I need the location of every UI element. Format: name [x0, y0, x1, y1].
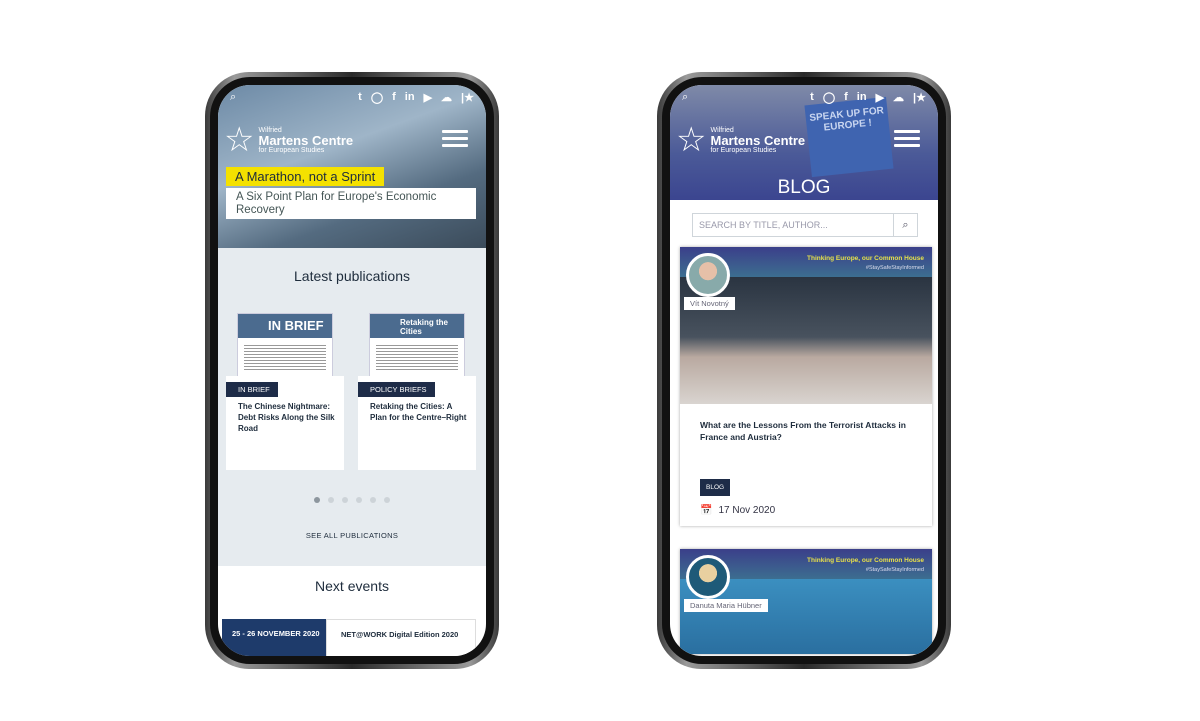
event-name[interactable]: NET@WORK Digital Edition 2020	[326, 619, 476, 656]
carousel-dots[interactable]	[218, 490, 486, 508]
category-badge[interactable]: BLOG	[700, 479, 731, 496]
blog-image: Thinking Europe, our Common House #StaySa…	[680, 247, 932, 404]
blog-card[interactable]: Thinking Europe, our Common House #StaySa…	[680, 247, 932, 526]
screen-blog: SPEAK UP FOR EUROPE ! ⌕ t ◯ f in ▶ ☁ |★ ☆ Wilfr…	[670, 85, 938, 656]
section-title: Latest publications	[294, 268, 410, 284]
category-badge: POLICY BRIEFS	[358, 382, 435, 397]
publication-title[interactable]: The Chinese Nightmare: Debt Risks Along …	[238, 402, 338, 434]
search-icon[interactable]: ⌕	[682, 91, 688, 104]
phone-mockup-left: ⌕ t ◯ f in ▶ ☁ |★ ☆ Wilfried Martens Centre for E…	[205, 72, 499, 669]
soundcloud-icon[interactable]: ☁	[441, 91, 452, 104]
logo[interactable]: ☆ Wilfried Martens Centre for European Stud…	[224, 123, 353, 157]
banner-hashtag: #StaySafeStayInformed	[865, 567, 924, 573]
event-date: 25 - 26 NOVEMBER 2020	[222, 619, 326, 656]
banner-title: Thinking Europe, our Common House	[807, 557, 924, 564]
see-all-link[interactable]: SEE ALL PUBLICATIONS	[218, 531, 486, 540]
publication-title[interactable]: Retaking the Cities: A Plan for the Cent…	[370, 402, 470, 424]
search-input[interactable]: SEARCH BY TITLE, AUTHOR... ⌕	[692, 213, 918, 237]
publications-section: Latest publications IN BRIEF Retaking th…	[218, 248, 486, 566]
facebook-icon[interactable]: f	[392, 91, 396, 103]
page-title: BLOG	[777, 177, 831, 198]
search-button[interactable]: ⌕	[893, 214, 917, 236]
hero-subtitle[interactable]: A Six Point Plan for Europe's Economic R…	[226, 188, 476, 220]
logo-line3: for European Studies	[258, 146, 325, 154]
star-logo-icon: ☆	[224, 121, 255, 159]
instagram-icon[interactable]: ◯	[371, 91, 383, 104]
top-bar: ⌕ t ◯ f in ▶ ☁ |★	[218, 85, 486, 109]
star-logo-icon: ☆	[676, 121, 707, 159]
avatar	[686, 555, 730, 599]
publication-card[interactable]: IN BRIEF The Chinese Nightmare: Debt Risk…	[226, 376, 344, 470]
publication-card[interactable]: POLICY BRIEFS Retaking the Cities: A Plan…	[358, 376, 476, 470]
banner-hashtag: #StaySafeStayInformed	[865, 265, 924, 271]
star-icon[interactable]: |★	[913, 91, 926, 104]
avatar	[686, 253, 730, 297]
author-name[interactable]: Vít Novotný	[684, 297, 735, 310]
author-name[interactable]: Danuta Maria Hübner	[684, 599, 768, 612]
publication-cover[interactable]: Retaking the Cities	[369, 313, 465, 378]
star-icon[interactable]: |★	[461, 91, 474, 104]
screen-home: ⌕ t ◯ f in ▶ ☁ |★ ☆ Wilfried Martens Centre for E…	[218, 85, 486, 656]
top-bar: ⌕ t ◯ f in ▶ ☁ |★	[670, 85, 938, 109]
hero-headline[interactable]: A Marathon, not a Sprint	[226, 167, 385, 186]
post-title[interactable]: What are the Lessons From the Terrorist …	[680, 404, 932, 476]
blog-card[interactable]: Thinking Europe, our Common House #StaySa…	[680, 549, 932, 654]
youtube-icon[interactable]: ▶	[876, 91, 884, 104]
linkedin-icon[interactable]: in	[405, 91, 415, 103]
event-item[interactable]: 25 - 26 NOVEMBER 2020 NET@WORK Digital Ed…	[222, 619, 476, 656]
soundcloud-icon[interactable]: ☁	[893, 91, 904, 104]
twitter-icon[interactable]: t	[358, 91, 362, 103]
banner-title: Thinking Europe, our Common House	[807, 255, 924, 262]
instagram-icon[interactable]: ◯	[823, 91, 835, 104]
facebook-icon[interactable]: f	[844, 91, 848, 103]
menu-icon[interactable]	[442, 130, 468, 151]
logo-line2: Martens Centre	[258, 132, 354, 148]
linkedin-icon[interactable]: in	[857, 91, 867, 103]
search-icon[interactable]: ⌕	[230, 91, 236, 104]
logo[interactable]: ☆ Wilfried Martens Centre for European Stud…	[676, 123, 805, 157]
logo-line3: for European Studies	[710, 146, 777, 154]
post-date: 17 Nov 2020	[718, 505, 776, 516]
youtube-icon[interactable]: ▶	[424, 91, 432, 104]
blog-image: Thinking Europe, our Common House #StaySa…	[680, 549, 932, 654]
menu-icon[interactable]	[894, 130, 920, 151]
category-badge: IN BRIEF	[226, 382, 278, 397]
phone-mockup-right: SPEAK UP FOR EUROPE ! ⌕ t ◯ f in ▶ ☁ |★ ☆ Wilfr…	[657, 72, 951, 669]
calendar-icon: 📅	[700, 505, 713, 516]
logo-line2: Martens Centre	[710, 132, 806, 148]
twitter-icon[interactable]: t	[810, 91, 814, 103]
publication-cover[interactable]: IN BRIEF	[237, 313, 333, 378]
section-title: Next events	[315, 578, 389, 594]
search-placeholder: SEARCH BY TITLE, AUTHOR...	[699, 220, 828, 230]
